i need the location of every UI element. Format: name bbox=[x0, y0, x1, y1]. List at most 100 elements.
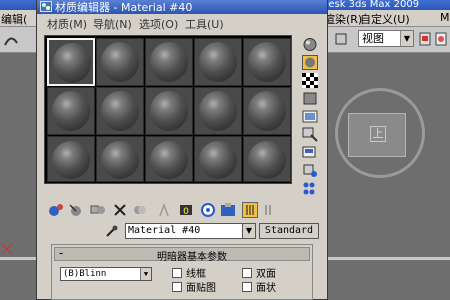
chevron-down-icon[interactable]: ▼ bbox=[243, 223, 256, 239]
reset-map-icon[interactable] bbox=[112, 202, 128, 218]
material-sphere bbox=[53, 43, 91, 83]
sample-slot[interactable] bbox=[145, 87, 193, 135]
material-sphere bbox=[150, 42, 188, 82]
faceted-checkbox[interactable]: 面状 bbox=[242, 279, 276, 294]
two-sided-label: 双面 bbox=[256, 269, 276, 280]
shader-type-value: (B)Blinn bbox=[63, 269, 107, 279]
put-to-library-icon[interactable] bbox=[156, 202, 172, 218]
view-select-value: 视图 bbox=[362, 32, 384, 45]
get-material-icon[interactable] bbox=[48, 202, 64, 218]
face-map-label: 面贴图 bbox=[186, 283, 216, 294]
material-sphere bbox=[199, 42, 237, 82]
material-sphere bbox=[248, 42, 286, 82]
material-type-button[interactable]: Standard bbox=[259, 223, 319, 239]
show-map-in-viewport-icon[interactable] bbox=[200, 202, 216, 218]
sample-slot[interactable] bbox=[47, 87, 95, 135]
sample-slot[interactable] bbox=[194, 38, 242, 86]
material-sphere bbox=[52, 91, 90, 131]
sample-slot[interactable] bbox=[145, 136, 193, 182]
show-end-result-icon[interactable] bbox=[220, 202, 236, 218]
chevron-down-icon[interactable]: ▼ bbox=[400, 31, 413, 46]
shader-basic-parameters-rollout: - 明暗器基本参数 (B)Blinn ▼ 线框 双面 面贴图 面状 bbox=[51, 244, 313, 300]
material-editor-titlebar[interactable]: 材质编辑器 - Material #40 bbox=[37, 0, 327, 14]
rollout-header[interactable]: - 明暗器基本参数 bbox=[54, 246, 310, 263]
shader-type-select[interactable]: (B)Blinn ▼ bbox=[60, 267, 152, 281]
sample-slot[interactable] bbox=[96, 136, 144, 182]
material-sphere bbox=[199, 141, 237, 179]
sample-slot[interactable] bbox=[47, 136, 95, 182]
checkbox-box[interactable] bbox=[242, 281, 252, 292]
sample-slot[interactable] bbox=[243, 38, 291, 86]
collapse-icon[interactable]: - bbox=[59, 246, 63, 260]
background-checker-icon[interactable] bbox=[302, 73, 318, 88]
curve-tool-icon[interactable] bbox=[3, 33, 19, 49]
select-tool-icon[interactable] bbox=[334, 31, 348, 47]
bg-menu-customize[interactable]: 自定义(U) bbox=[360, 11, 410, 27]
go-to-parent-icon[interactable] bbox=[242, 202, 258, 218]
menu-navigation[interactable]: 导航(N) bbox=[93, 16, 132, 32]
checkbox-box[interactable] bbox=[242, 267, 252, 278]
go-forward-to-sibling-icon[interactable] bbox=[262, 202, 278, 218]
viewcube[interactable]: 上 bbox=[348, 113, 406, 157]
backlight-icon[interactable] bbox=[302, 55, 318, 70]
material-sphere bbox=[101, 141, 139, 179]
material-map-navigator-icon[interactable] bbox=[302, 181, 318, 196]
material-name-field[interactable]: Material #40 bbox=[125, 223, 243, 239]
material-editor-window: 材质编辑器 - Material #40 材质(M) 导航(N) 选项(O) 工… bbox=[36, 0, 328, 300]
face-map-checkbox[interactable]: 面贴图 bbox=[172, 279, 216, 294]
material-name-row: Material #40 ▼ Standard bbox=[37, 222, 327, 240]
material-sphere bbox=[150, 91, 188, 131]
sample-slot[interactable] bbox=[194, 136, 242, 182]
checkbox-box[interactable] bbox=[172, 267, 182, 278]
material-sphere bbox=[248, 91, 286, 131]
sample-slot[interactable] bbox=[145, 38, 193, 86]
put-material-to-scene-icon[interactable] bbox=[68, 202, 84, 218]
bottom-toolbar: 0 bbox=[44, 200, 314, 220]
view-select[interactable]: 视图 ▼ bbox=[358, 30, 414, 47]
two-sided-checkbox[interactable]: 双面 bbox=[242, 265, 276, 280]
faceted-label: 面状 bbox=[256, 283, 276, 294]
checkbox-box[interactable] bbox=[172, 281, 182, 292]
select-by-material-icon[interactable] bbox=[302, 163, 318, 178]
svg-text:0: 0 bbox=[183, 207, 189, 217]
material-sphere bbox=[101, 42, 139, 82]
background-window-title: desk 3ds Max 2009 bbox=[322, 0, 420, 10]
viewport-divider-right[interactable] bbox=[318, 257, 450, 260]
material-effects-channel-icon[interactable]: 0 bbox=[178, 202, 194, 218]
wire-checkbox[interactable]: 线框 bbox=[172, 265, 206, 280]
bg-menu-render[interactable]: 渲染(R) bbox=[324, 11, 362, 27]
video-color-check-icon[interactable] bbox=[302, 109, 318, 124]
axis-tripod-icon bbox=[1, 243, 13, 255]
sample-slot[interactable] bbox=[243, 87, 291, 135]
sample-slot[interactable] bbox=[243, 136, 291, 182]
material-sphere bbox=[52, 141, 90, 179]
wire-label: 线框 bbox=[186, 269, 206, 280]
render-icon[interactable] bbox=[434, 31, 448, 47]
material-editor-title: 材质编辑器 - Material #40 bbox=[55, 1, 193, 14]
sample-slot[interactable] bbox=[96, 38, 144, 86]
options-icon[interactable] bbox=[302, 145, 318, 160]
viewcube-top-label[interactable]: 上 bbox=[370, 126, 386, 142]
pick-material-eyedropper-icon[interactable] bbox=[105, 224, 119, 238]
menu-utilities[interactable]: 工具(U) bbox=[185, 16, 224, 32]
material-sphere bbox=[248, 141, 286, 179]
assign-material-icon[interactable] bbox=[90, 202, 106, 218]
menu-options[interactable]: 选项(O) bbox=[139, 16, 178, 32]
sample-slot[interactable] bbox=[194, 87, 242, 135]
material-editor-menubar: 材质(M) 导航(N) 选项(O) 工具(U) bbox=[37, 14, 327, 31]
menu-material[interactable]: 材质(M) bbox=[47, 16, 87, 32]
make-unique-icon[interactable] bbox=[132, 202, 148, 218]
sample-slots-panel bbox=[44, 35, 292, 184]
material-editor-app-icon bbox=[40, 1, 52, 12]
render-setup-icon[interactable] bbox=[418, 31, 432, 47]
sample-slot[interactable] bbox=[47, 38, 95, 86]
rollout-title: 明暗器基本参数 bbox=[157, 252, 227, 263]
material-sphere bbox=[150, 141, 188, 179]
sample-uv-tiling-icon[interactable] bbox=[302, 91, 318, 106]
bg-menu-more[interactable]: M bbox=[440, 11, 450, 24]
sample-type-sphere-icon[interactable] bbox=[302, 37, 318, 52]
bg-menu-edit[interactable]: 编辑( bbox=[1, 11, 27, 27]
chevron-down-icon[interactable]: ▼ bbox=[140, 268, 151, 280]
sample-slot[interactable] bbox=[96, 87, 144, 135]
make-preview-icon[interactable] bbox=[302, 127, 318, 142]
